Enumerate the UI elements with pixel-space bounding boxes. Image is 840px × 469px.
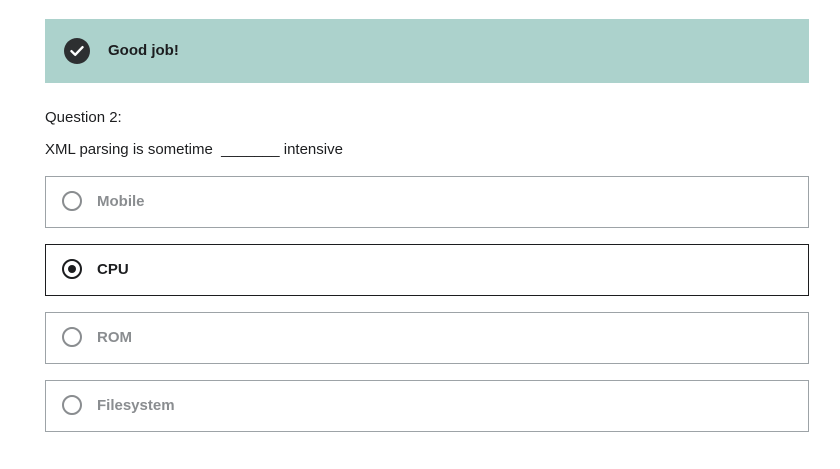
answer-option-cpu[interactable]: CPU — [45, 244, 809, 296]
answer-option-rom[interactable]: ROM — [45, 312, 809, 364]
feedback-banner: Good job! — [45, 19, 809, 83]
option-label: CPU — [97, 261, 129, 278]
option-label: Filesystem — [97, 397, 175, 414]
radio-button[interactable] — [62, 327, 82, 347]
answer-option-mobile[interactable]: Mobile — [45, 176, 809, 228]
option-label: Mobile — [97, 193, 145, 210]
answer-option-filesystem[interactable]: Filesystem — [45, 380, 809, 432]
radio-button[interactable] — [62, 191, 82, 211]
feedback-message: Good job! — [108, 42, 179, 59]
option-label: ROM — [97, 329, 132, 346]
check-circle-icon — [64, 38, 90, 64]
question-label: Question 2: — [45, 109, 122, 126]
radio-selected-dot — [68, 265, 76, 273]
question-text: XML parsing is sometime _______ intensiv… — [45, 141, 343, 158]
radio-button[interactable] — [62, 395, 82, 415]
radio-button-selected[interactable] — [62, 259, 82, 279]
